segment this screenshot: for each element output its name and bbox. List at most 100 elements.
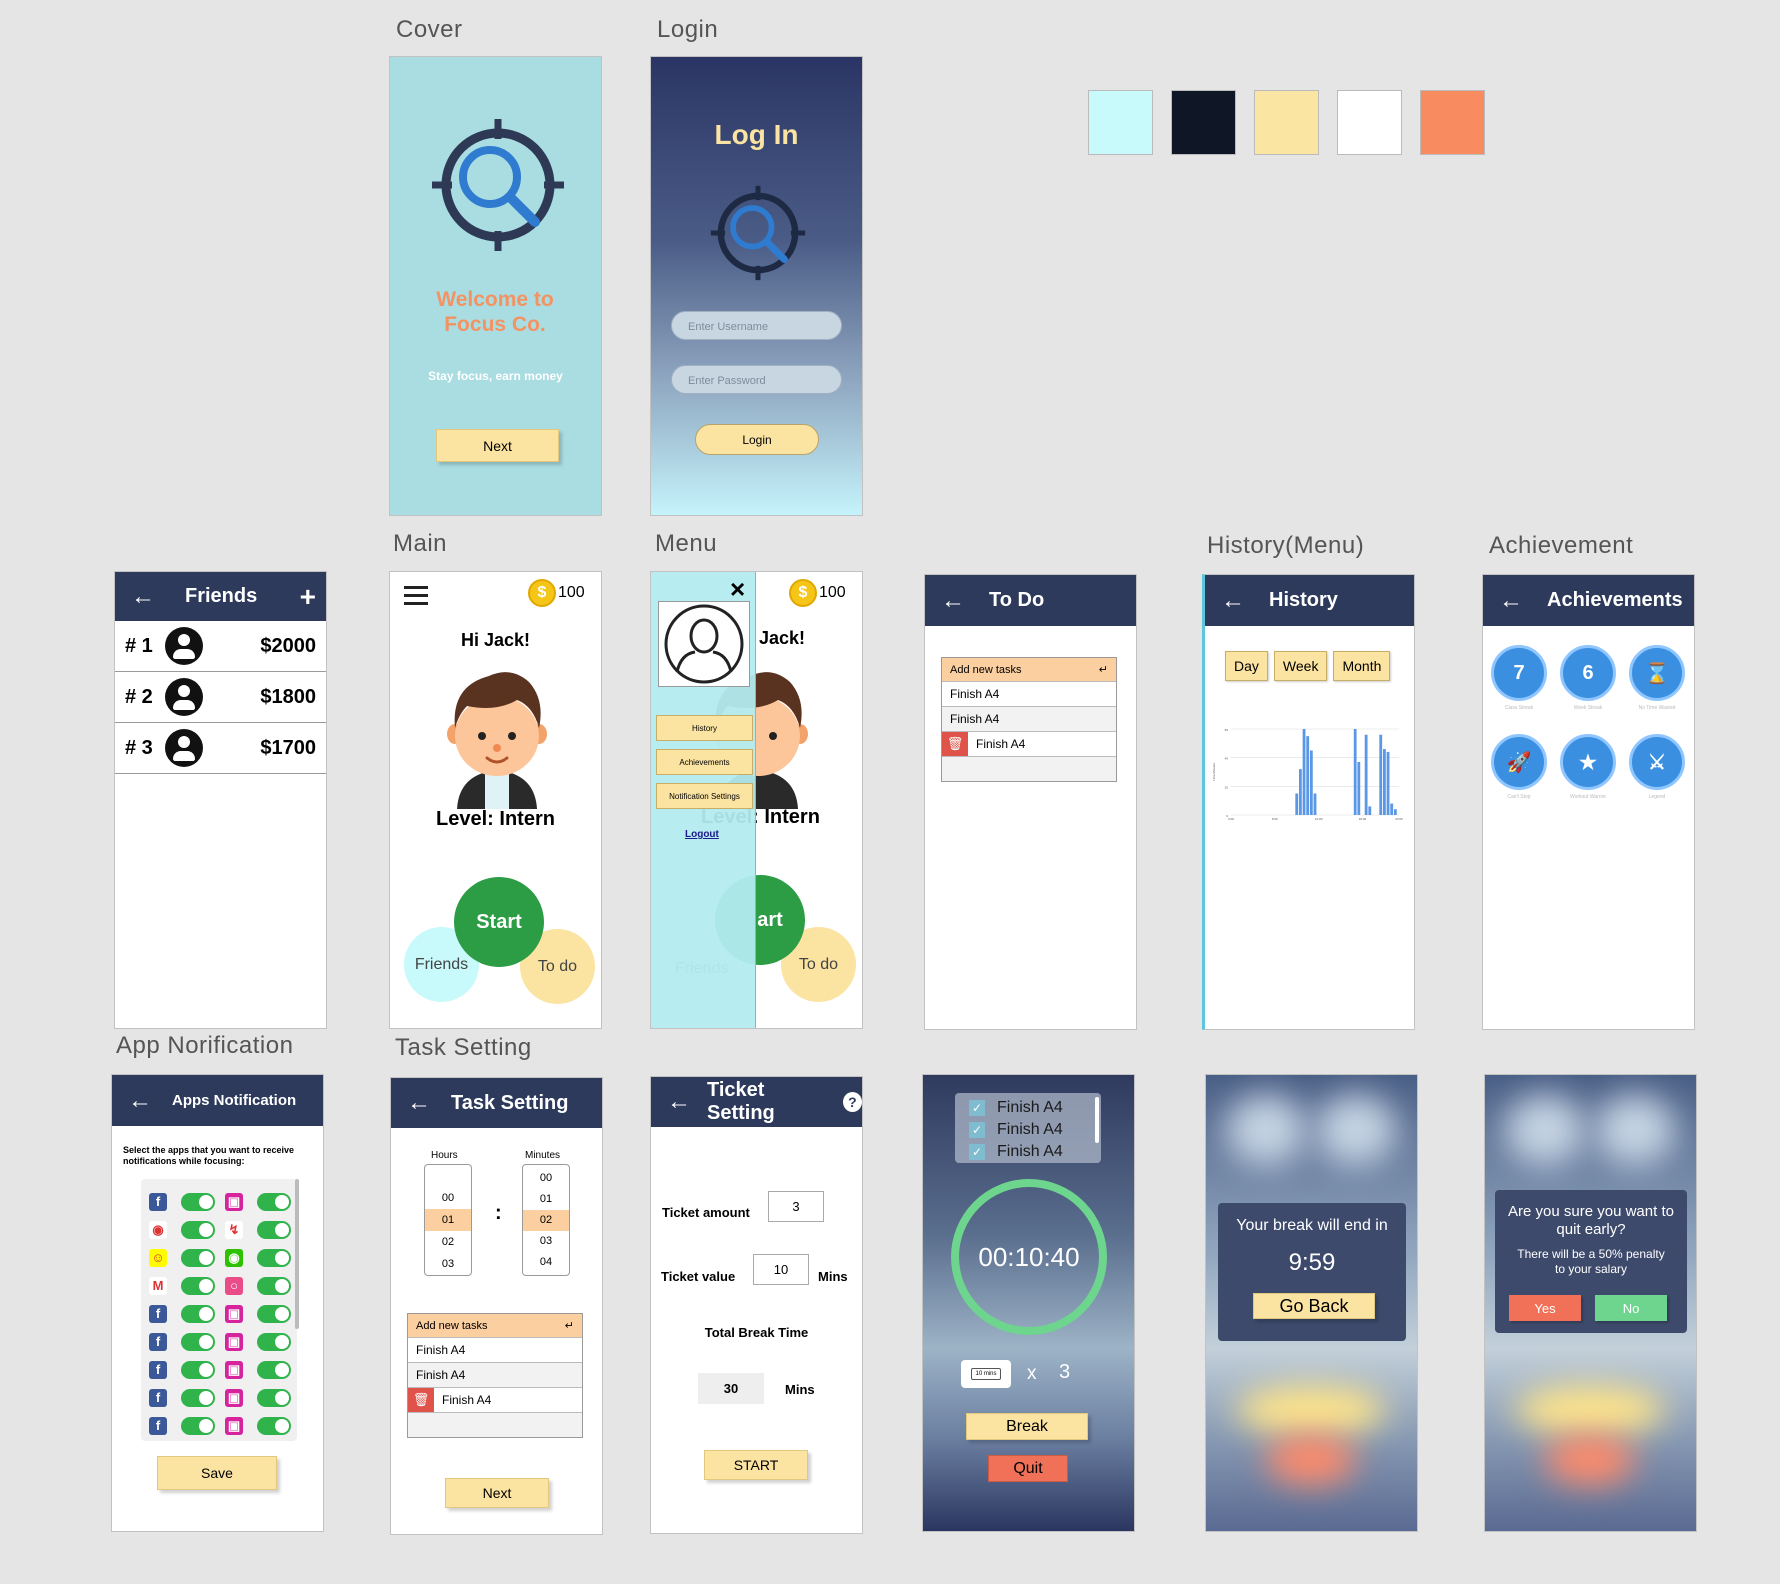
add-task-row[interactable]: Add new tasks ↵ xyxy=(408,1314,582,1338)
back-arrow-icon[interactable]: ← xyxy=(1499,588,1523,613)
task-scrollbar[interactable] xyxy=(1095,1097,1099,1143)
back-arrow-icon[interactable]: ← xyxy=(941,588,965,613)
task-item[interactable]: 🗑 Finish A4 xyxy=(408,1388,582,1413)
app-toggle[interactable] xyxy=(181,1193,215,1211)
cover-next-button[interactable]: Next xyxy=(436,429,559,462)
next-button[interactable]: Next xyxy=(445,1478,549,1508)
y-tick-label: 60 xyxy=(1225,728,1229,732)
app-toggle[interactable] xyxy=(257,1333,291,1351)
menu-item-notification-settings[interactable]: Notification Settings xyxy=(656,783,753,809)
back-arrow-icon[interactable]: ← xyxy=(128,1088,152,1113)
cover-screen: Welcome to Focus Co. Stay focus, earn mo… xyxy=(389,56,602,516)
app-toggle[interactable] xyxy=(181,1277,215,1295)
app-toggle[interactable] xyxy=(181,1389,215,1407)
username-field[interactable]: Enter Username xyxy=(671,311,842,340)
timer-task-item[interactable]: ✓ Finish A4 xyxy=(969,1119,1101,1141)
save-button[interactable]: Save xyxy=(157,1456,277,1490)
app-toggle[interactable] xyxy=(181,1305,215,1323)
hour-option[interactable]: 01 xyxy=(425,1209,471,1231)
logout-link[interactable]: Logout xyxy=(685,829,719,840)
back-arrow-icon[interactable]: ← xyxy=(407,1091,431,1115)
app-toggle[interactable] xyxy=(257,1221,291,1239)
timer-task-item[interactable]: ✓ Finish A4 xyxy=(969,1097,1101,1119)
task-item[interactable]: Finish A4 xyxy=(942,707,1116,732)
app-toggle[interactable] xyxy=(257,1249,291,1267)
instagram-icon: ▣ xyxy=(225,1333,243,1351)
app-toggle[interactable] xyxy=(181,1249,215,1267)
checkbox-checked-icon[interactable]: ✓ xyxy=(969,1144,985,1160)
app-toggle[interactable] xyxy=(257,1305,291,1323)
add-friend-icon[interactable]: + xyxy=(300,581,316,613)
minute-option[interactable]: 04 xyxy=(523,1252,569,1273)
hamburger-menu-icon[interactable] xyxy=(404,586,428,605)
scrollbar[interactable] xyxy=(295,1179,299,1329)
break-button[interactable]: Break xyxy=(966,1413,1088,1440)
caption-main: Main xyxy=(393,530,448,557)
tab-week[interactable]: Week xyxy=(1273,651,1328,681)
ticket-setting-screen: ← Ticket Setting ? Ticket amount 3 Ticke… xyxy=(650,1076,863,1534)
hours-picker[interactable]: 00 01 02 03 xyxy=(424,1164,472,1276)
menu-item-achievements[interactable]: Achievements xyxy=(656,749,753,775)
achievement-badge[interactable]: ⌛ xyxy=(1629,645,1685,701)
level-label: Level: Intern xyxy=(436,808,555,830)
color-swatch xyxy=(1171,90,1236,155)
start-button[interactable]: START xyxy=(704,1450,808,1480)
checkbox-checked-icon[interactable]: ✓ xyxy=(969,1122,985,1138)
help-icon[interactable]: ? xyxy=(842,1092,862,1112)
minute-option[interactable]: 00 xyxy=(523,1168,569,1189)
checkbox-checked-icon[interactable]: ✓ xyxy=(969,1100,985,1116)
tab-month[interactable]: Month xyxy=(1333,651,1391,681)
app-toggle[interactable] xyxy=(257,1361,291,1379)
no-button[interactable]: No xyxy=(1595,1295,1667,1321)
achievement-badge[interactable]: ★ xyxy=(1560,734,1616,790)
minute-option[interactable]: 02 xyxy=(523,1210,569,1231)
app-toggle[interactable] xyxy=(181,1221,215,1239)
minute-option[interactable]: 03 xyxy=(523,1231,569,1252)
hour-option[interactable]: 00 xyxy=(425,1187,471,1209)
app-toggle[interactable] xyxy=(257,1193,291,1211)
ticket-value-input[interactable]: 10 xyxy=(753,1254,809,1285)
app-toggle[interactable] xyxy=(257,1417,291,1435)
task-item[interactable]: Finish A4 xyxy=(408,1338,582,1363)
friend-row[interactable]: # 1 $2000 xyxy=(115,621,326,672)
trash-icon[interactable]: 🗑 xyxy=(942,732,968,756)
hour-option[interactable]: 02 xyxy=(425,1231,471,1253)
login-button[interactable]: Login xyxy=(695,424,819,455)
back-arrow-icon[interactable]: ← xyxy=(1221,588,1245,613)
yes-button[interactable]: Yes xyxy=(1509,1295,1581,1321)
back-arrow-icon[interactable]: ← xyxy=(131,584,155,609)
blurred-background xyxy=(1226,1095,1306,1165)
achievement-badge[interactable]: 6 xyxy=(1560,645,1616,701)
tab-day[interactable]: Day xyxy=(1225,651,1268,681)
back-arrow-icon[interactable]: ← xyxy=(667,1090,691,1114)
achievement-badge[interactable]: ⚔ xyxy=(1629,734,1685,790)
app-toggle[interactable] xyxy=(181,1417,215,1435)
task-item[interactable]: 🗑 Finish A4 xyxy=(942,732,1116,757)
task-item[interactable]: Finish A4 xyxy=(408,1363,582,1388)
go-back-button[interactable]: Go Back xyxy=(1253,1293,1375,1319)
minutes-picker[interactable]: 00 01 02 03 04 xyxy=(522,1164,570,1276)
coin-icon: $ xyxy=(528,579,556,607)
app-toggle[interactable] xyxy=(257,1389,291,1407)
trash-icon[interactable]: 🗑 xyxy=(408,1388,434,1412)
menu-item-history[interactable]: History xyxy=(656,715,753,741)
timer-task-label: Finish A4 xyxy=(997,1143,1063,1160)
break-countdown: 9:59 xyxy=(1288,1249,1336,1276)
add-task-row[interactable]: Add new tasks ↵ xyxy=(942,658,1116,682)
app-toggle[interactable] xyxy=(257,1277,291,1295)
quit-button[interactable]: Quit xyxy=(988,1455,1068,1482)
app-toggle[interactable] xyxy=(181,1361,215,1379)
achievement-badge[interactable]: 🚀 xyxy=(1491,734,1547,790)
profile-avatar[interactable] xyxy=(658,601,750,687)
app-toggle[interactable] xyxy=(181,1333,215,1351)
ticket-amount-input[interactable]: 3 xyxy=(768,1191,824,1222)
timer-task-item[interactable]: ✓ Finish A4 xyxy=(969,1141,1101,1163)
task-item[interactable]: Finish A4 xyxy=(942,682,1116,707)
password-field[interactable]: Enter Password xyxy=(671,365,842,394)
start-button[interactable]: Start xyxy=(454,877,544,967)
friend-row[interactable]: # 2 $1800 xyxy=(115,672,326,723)
achievement-badge[interactable]: 7 xyxy=(1491,645,1547,701)
friend-row[interactable]: # 3 $1700 xyxy=(115,723,326,774)
minute-option[interactable]: 01 xyxy=(523,1189,569,1210)
hour-option[interactable]: 03 xyxy=(425,1253,471,1275)
